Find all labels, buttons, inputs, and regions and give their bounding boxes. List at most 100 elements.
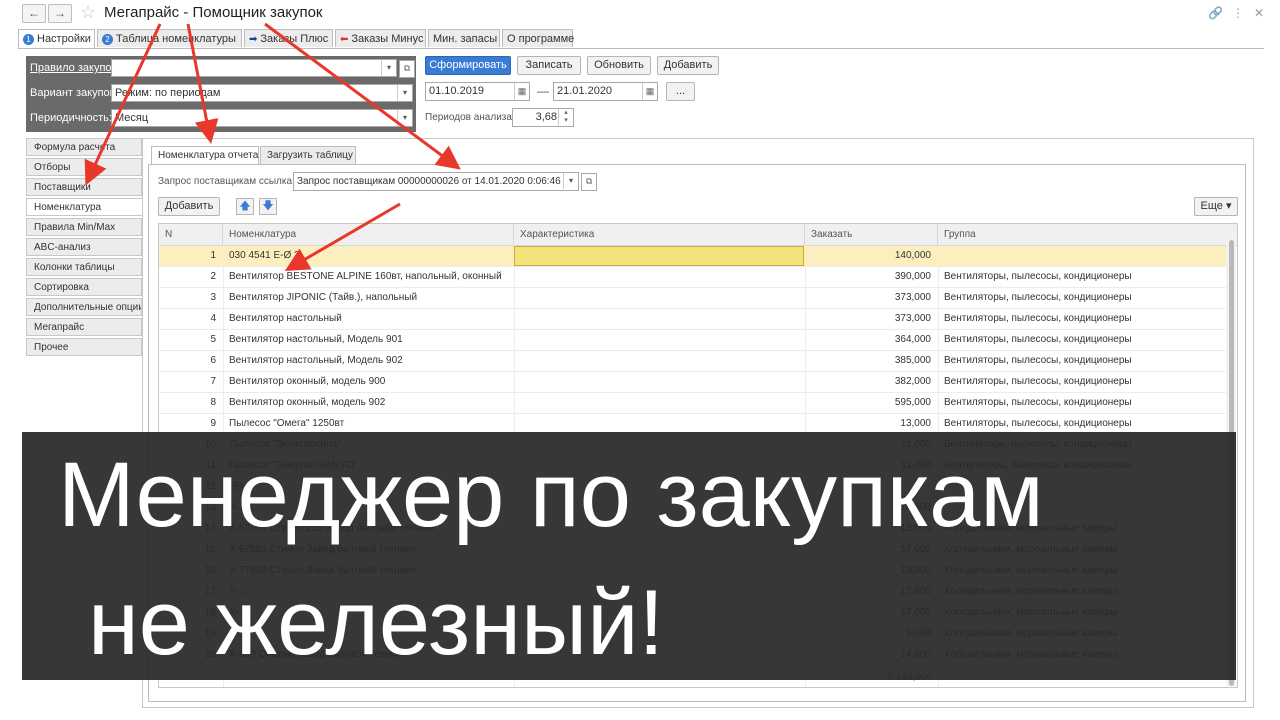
cell-n[interactable]: 5 — [159, 330, 222, 350]
periods-input[interactable]: 3,68 ▴ ▾ — [512, 108, 574, 127]
table-row[interactable]: 2 Вентилятор BESTONE ALPINE 160вт, наполь… — [159, 267, 1227, 288]
tab-settings[interactable]: 1 Настройки — [18, 29, 95, 49]
cell-n[interactable]: 6 — [159, 351, 222, 371]
add-row-button[interactable]: Добавить — [158, 197, 220, 216]
cell-n[interactable]: 1 — [159, 246, 222, 266]
date-to-input[interactable]: 21.01.2020 ▦ — [553, 82, 658, 101]
cell-nom[interactable]: Вентилятор оконный, модель 902 — [223, 393, 513, 413]
rule-label[interactable]: Правило закупок: — [30, 62, 119, 74]
move-down-icon[interactable]: 🡇 — [259, 198, 277, 215]
nav-item[interactable]: Дополнительные опции — [26, 298, 142, 316]
header-nomenclature[interactable]: Номенклатура — [223, 224, 514, 245]
form-button[interactable]: Сформировать — [425, 56, 511, 75]
nav-item[interactable]: Отборы — [26, 158, 142, 176]
cell-nom[interactable]: Вентилятор настольный — [223, 309, 513, 329]
cell-n[interactable]: 9 — [159, 414, 222, 434]
nav-item[interactable]: Мегапрайс — [26, 318, 142, 336]
date-from-input[interactable]: 01.10.2019 ▦ — [425, 82, 530, 101]
cell-n[interactable]: 8 — [159, 393, 222, 413]
query-input[interactable]: Запрос поставщикам 00000000026 от 14.01.… — [293, 172, 579, 191]
tab-load-table[interactable]: Загрузить таблицу — [260, 146, 356, 164]
cell-qty[interactable]: 364,000 — [805, 330, 937, 350]
cell-grp[interactable]: Вентиляторы, пылесосы, кондиционеры — [938, 288, 1228, 308]
cell-grp[interactable]: Вентиляторы, пылесосы, кондиционеры — [938, 372, 1228, 392]
cell-qty[interactable]: 385,000 — [805, 351, 937, 371]
cell-n[interactable]: 4 — [159, 309, 222, 329]
cell-qty[interactable]: 382,000 — [805, 372, 937, 392]
cell-char[interactable] — [514, 330, 804, 350]
nav-item[interactable]: Формула расчета — [26, 138, 142, 156]
table-row[interactable]: 1 030 4541 E-Ø 2 140,000 — [159, 246, 1227, 267]
link-icon[interactable]: 🔗 — [1208, 6, 1223, 20]
move-up-icon[interactable]: 🡅 — [236, 198, 254, 215]
cell-char[interactable] — [514, 288, 804, 308]
cell-nom[interactable]: Вентилятор оконный, модель 900 — [223, 372, 513, 392]
cell-char[interactable] — [514, 414, 804, 434]
refresh-button[interactable]: Обновить — [587, 56, 651, 75]
open-icon[interactable]: ⧉ — [581, 173, 597, 191]
cell-char[interactable] — [514, 267, 804, 287]
cell-char[interactable] — [514, 393, 804, 413]
cell-qty[interactable]: 595,000 — [805, 393, 937, 413]
cell-char[interactable] — [514, 372, 804, 392]
cell-char[interactable] — [514, 309, 804, 329]
cell-grp[interactable] — [938, 246, 1228, 266]
spinner-icon[interactable]: ▴ ▾ — [558, 109, 573, 126]
nav-item[interactable]: Правила Min/Max — [26, 218, 142, 236]
cell-grp[interactable]: Вентиляторы, пылесосы, кондиционеры — [938, 393, 1228, 413]
table-row[interactable]: 6 Вентилятор настольный, Модель 902 385,00… — [159, 351, 1227, 372]
cell-nom[interactable]: Вентилятор настольный, Модель 902 — [223, 351, 513, 371]
tab-orders-plus[interactable]: ➡ Заказы Плюс — [244, 29, 333, 47]
header-n[interactable]: N — [159, 224, 223, 245]
cell-grp[interactable]: Вентиляторы, пылесосы, кондиционеры — [938, 267, 1228, 287]
dropdown-icon[interactable]: ▾ — [397, 85, 412, 101]
nav-item[interactable]: ABC-анализ — [26, 238, 142, 256]
cell-nom[interactable]: Вентилятор BESTONE ALPINE 160вт, напольн… — [223, 267, 513, 287]
calendar-icon[interactable]: ▦ — [514, 83, 529, 100]
rule-input[interactable]: ▾ — [111, 59, 397, 77]
cell-n[interactable]: 2 — [159, 267, 222, 287]
save-button[interactable]: Записать — [517, 56, 581, 75]
tab-orders-minus[interactable]: ⬅ Заказы Минус — [335, 29, 426, 47]
period-input[interactable]: Месяц ▾ — [111, 109, 413, 127]
cell-n[interactable]: 7 — [159, 372, 222, 392]
table-row[interactable]: 3 Вентилятор JIPONIC (Тайв.), напольный 37… — [159, 288, 1227, 309]
nav-item[interactable]: Колонки таблицы — [26, 258, 142, 276]
nav-item[interactable]: Поставщики — [26, 178, 142, 196]
cell-char[interactable] — [514, 246, 804, 266]
cell-nom[interactable]: Пылесос "Омега" 1250вт — [223, 414, 513, 434]
nav-item[interactable]: Сортировка — [26, 278, 142, 296]
back-button[interactable]: ← — [22, 4, 46, 23]
cell-nom[interactable]: Вентилятор настольный, Модель 901 — [223, 330, 513, 350]
table-row[interactable]: 4 Вентилятор настольный 373,000 Вентиляторы… — [159, 309, 1227, 330]
tab-nomenclature-table[interactable]: 2 Таблица номенклатуры — [97, 29, 242, 47]
cell-n[interactable]: 3 — [159, 288, 222, 308]
cell-qty[interactable]: 140,000 — [805, 246, 937, 266]
cell-grp[interactable]: Вентиляторы, пылесосы, кондиционеры — [938, 414, 1228, 434]
cell-qty[interactable]: 13,000 — [805, 414, 937, 434]
header-group[interactable]: Группа — [938, 224, 1237, 245]
calendar-icon[interactable]: ▦ — [642, 83, 657, 100]
cell-qty[interactable]: 390,000 — [805, 267, 937, 287]
header-order[interactable]: Заказать — [805, 224, 938, 245]
favorite-star-icon[interactable]: ☆ — [80, 2, 96, 23]
table-row[interactable]: 8 Вентилятор оконный, модель 902 595,000 Ве… — [159, 393, 1227, 414]
variant-input[interactable]: Режим: по периодам ▾ — [111, 84, 413, 102]
tab-report-nomenclature[interactable]: Номенклатура отчета — [151, 146, 259, 165]
cell-grp[interactable]: Вентиляторы, пылесосы, кондиционеры — [938, 351, 1228, 371]
dropdown-icon[interactable]: ▾ — [563, 173, 578, 189]
open-icon[interactable]: ⧉ — [399, 60, 415, 78]
dropdown-icon[interactable]: ▾ — [381, 60, 396, 76]
more-button[interactable]: Еще ▾ — [1194, 197, 1238, 216]
cell-nom[interactable]: 030 4541 E-Ø 2 — [223, 246, 513, 266]
cell-grp[interactable]: Вентиляторы, пылесосы, кондиционеры — [938, 309, 1228, 329]
cell-nom[interactable]: Вентилятор JIPONIC (Тайв.), напольный — [223, 288, 513, 308]
cell-qty[interactable]: 373,000 — [805, 288, 937, 308]
cell-char[interactable] — [514, 351, 804, 371]
tab-about[interactable]: О программе — [502, 29, 574, 47]
more-icon[interactable]: ⋮ — [1232, 6, 1244, 20]
period-select-button[interactable]: ... — [666, 82, 695, 101]
tab-min-stock[interactable]: Мин. запасы — [428, 29, 500, 47]
nav-item[interactable]: Номенклатура — [26, 198, 142, 216]
close-icon[interactable]: ✕ — [1254, 6, 1264, 20]
